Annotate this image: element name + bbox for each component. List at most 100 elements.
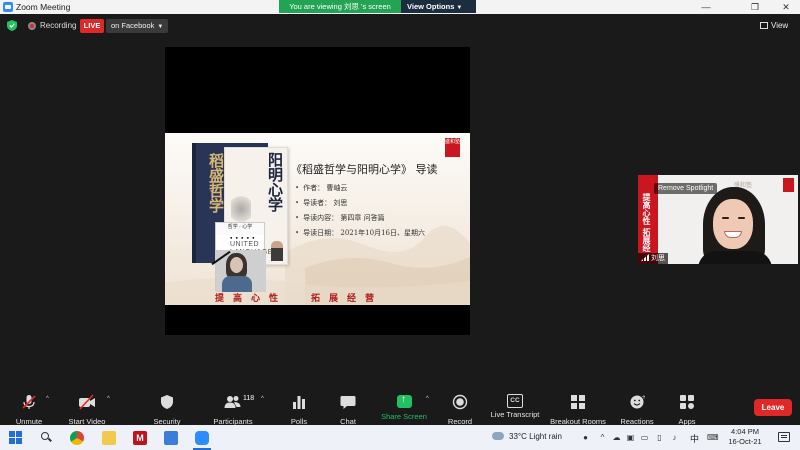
zoom-taskbar-icon[interactable] [193,431,211,450]
video-options-caret[interactable]: ^ [107,396,110,402]
presenter-body [222,276,252,292]
signal-strength-icon [641,254,649,261]
participant-eye [722,217,729,219]
start-video-button[interactable]: Start Video [64,394,110,426]
participant-name-tag: 刘思 [638,253,668,264]
chevron-up-icon[interactable]: ^ [598,433,607,442]
breakout-rooms-button[interactable]: Breakout Rooms [549,394,607,426]
viewing-screen-label: You are viewing 刘思 's screen [279,0,401,13]
apps-icon [680,395,694,409]
participant-shirt [698,251,772,264]
record-icon [452,394,468,410]
screen-share-banner: You are viewing 刘思 's screen View Option… [279,0,476,13]
clock-date: 16-Oct-21 [728,437,762,446]
clock-time: 4:04 PM [731,427,759,436]
live-destination-label: on Facebook [111,21,155,30]
slide-bullet: 作者： 曹岫云 [295,181,425,196]
cloud-icon[interactable]: ☁ [612,433,621,442]
unmute-button[interactable]: Unmute [12,394,46,426]
shield-icon [161,395,173,409]
chrome-icon[interactable] [70,431,84,445]
overlay-dots: ● ● ● ● ● [230,235,256,240]
slide-bullet: 导读日期： 2021年10月16日、星期六 [295,226,425,241]
weather-widget[interactable]: 33°C Light rain [492,432,562,441]
zoom-logo-icon [3,2,13,12]
view-label: View [771,21,789,30]
footer-slogan-right: 拓展经营 [311,294,384,304]
camera-off-icon [79,394,95,410]
minimize-icon[interactable]: — [692,0,720,14]
participant-video-tile[interactable]: 提高心性 拓展经 盛和塾 Remove Spotlight 刘思 [638,175,798,264]
battery-icon[interactable]: ▯ [655,433,664,442]
closed-caption-icon: CC [507,394,523,408]
participant-face [713,199,753,249]
meeting-toolbar: Unmute ^ Start Video ^ Security 118 Part… [0,390,800,426]
slide-bullet-list: 作者： 曹岫云 导读者： 刘思 导读内容： 第四章 问答篇 导读日期： 2021… [295,181,425,241]
cloud-rain-icon [492,432,504,440]
mcafee-icon[interactable]: M [133,431,147,445]
input-method-indicator[interactable]: 中 [690,432,699,445]
network-icon[interactable]: ▭ [640,433,649,442]
participants-button[interactable]: 118 Participants [211,394,255,426]
view-button[interactable]: View [760,19,788,33]
ink-painting-decoration [231,194,251,224]
system-clock[interactable]: 4:04 PM 16-Oct-21 [725,427,765,447]
notifications-icon[interactable] [778,432,790,442]
share-screen-button[interactable]: Share Screen [380,394,428,424]
maximize-icon[interactable]: ❐ [741,0,769,14]
slide-footer: 提高心性 拓展经营 [215,291,383,304]
apps-button[interactable]: Apps [674,394,700,426]
chevron-down-icon: ▼ [456,5,463,11]
participant-name: 刘思 [651,255,665,262]
shengheshu-logo: 盛和塾 [445,138,460,157]
view-options-button[interactable]: View Options ▼ [401,0,476,13]
share-screen-label: Share Screen [381,412,427,421]
shengheshu-logo [783,178,794,192]
leave-button[interactable]: Leave [754,399,792,416]
book-title-side: 阳明心学 [266,152,284,212]
presentation-slide: 稻盛哲学 阳明心学 哲学 · 心学 ● ● ● ● ● UNITED LANGU… [165,133,470,305]
reactions-button[interactable]: + Reactions [619,394,655,426]
microphone-muted-icon [22,395,36,409]
chat-button[interactable]: Chat [333,394,363,426]
polls-button[interactable]: Polls [284,394,314,426]
audio-options-caret[interactable]: ^ [46,396,49,402]
live-transcript-button[interactable]: CC Live Transcript [488,394,542,424]
zoom-tray-icon[interactable]: ▣ [626,433,635,442]
slide-bullet: 导读者： 刘思 [295,196,425,211]
photos-icon[interactable] [164,431,178,445]
security-button[interactable]: Security [150,394,184,426]
chat-icon [340,396,356,409]
slide-heading: 《稻盛哲学与阳明心学》 导读 [291,163,438,176]
meeting-status-row: Recording LIVE on Facebook ▼ View [0,17,800,35]
people-icon[interactable]: ● [581,433,590,442]
live-transcript-label: Live Transcript [490,410,540,419]
windows-start-icon[interactable] [9,431,23,444]
recording-label[interactable]: Recording [40,20,76,32]
record-button[interactable]: Record [446,394,474,426]
share-screen-icon [394,394,414,410]
file-explorer-icon[interactable] [102,431,116,445]
breakout-rooms-icon [571,395,585,409]
slide-bullet: 导读内容： 第四章 问答篇 [295,211,425,226]
live-badge[interactable]: LIVE [80,19,104,33]
close-icon[interactable]: ✕ [772,0,800,14]
share-options-caret[interactable]: ^ [426,396,429,402]
emoji-smile-icon: + [630,394,647,409]
presenter-webcam-overlay: 哲学 · 心学 ● ● ● ● ● UNITED LANGUAGE CENTRE [211,222,272,292]
live-destination-dropdown[interactable]: on Facebook ▼ [106,19,169,33]
view-options-label: View Options [407,2,455,11]
keyboard-icon[interactable]: ⌨ [707,433,719,442]
remove-spotlight-button[interactable]: Remove Spotlight [654,183,718,194]
search-icon[interactable] [40,431,52,448]
participants-icon [224,396,241,408]
window-title: Zoom Meeting [16,2,71,12]
participants-options-caret[interactable]: ^ [261,396,264,402]
shield-icon[interactable] [7,20,17,31]
overlay-caption: 哲学 · 心学 [216,223,264,235]
recording-icon[interactable] [28,22,36,30]
participant-eye [738,217,745,219]
svg-text:+: + [642,394,646,401]
volume-icon[interactable]: ♪ [670,433,679,442]
chevron-down-icon: ▼ [157,24,164,30]
